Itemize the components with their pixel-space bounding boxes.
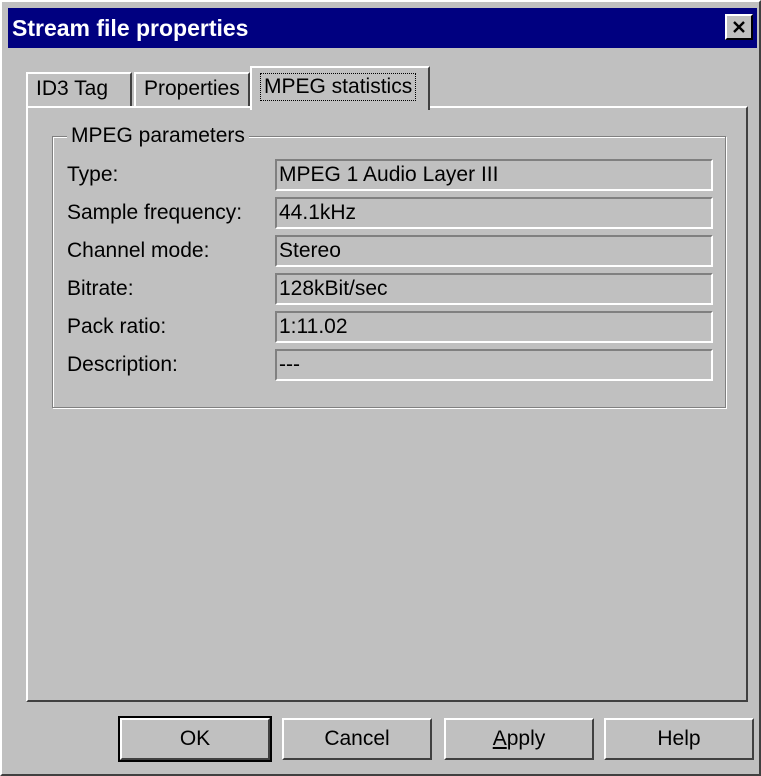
- title-bar[interactable]: Stream file properties: [8, 8, 757, 48]
- group-title: MPEG parameters: [67, 123, 249, 149]
- tab-mpeg-statistics[interactable]: MPEG statistics: [250, 66, 430, 110]
- apply-button-label: pply: [506, 727, 546, 750]
- bitrate-label: Bitrate:: [67, 277, 134, 300]
- window-title: Stream file properties: [12, 15, 249, 41]
- help-button[interactable]: Help: [604, 718, 754, 760]
- cancel-button[interactable]: Cancel: [282, 718, 432, 760]
- row-channel-mode: Channel mode: Stereo: [67, 235, 717, 267]
- mpeg-parameters-group: MPEG parameters Type: MPEG 1 Audio Layer…: [52, 123, 726, 408]
- ok-button-label: OK: [179, 727, 211, 750]
- row-sample-frequency: Sample frequency: 44.1kHz: [67, 197, 717, 229]
- properties-dialog: Stream file properties ID3 Tag Propertie…: [0, 0, 761, 776]
- close-icon: [733, 21, 745, 33]
- bitrate-field[interactable]: 128kBit/sec: [275, 273, 713, 305]
- type-label: Type:: [67, 163, 119, 186]
- row-type: Type: MPEG 1 Audio Layer III: [67, 159, 717, 191]
- help-button-label: Help: [657, 727, 701, 750]
- tab-id3-tag[interactable]: ID3 Tag: [26, 72, 132, 106]
- pack-ratio-label: Pack ratio:: [67, 315, 167, 338]
- channel-mode-label: Channel mode:: [67, 239, 210, 262]
- ok-button[interactable]: OK: [118, 716, 272, 762]
- cancel-button-label: Cancel: [324, 727, 390, 750]
- channel-mode-field[interactable]: Stereo: [275, 235, 713, 267]
- description-field[interactable]: ---: [275, 349, 713, 381]
- sample-frequency-label: Sample frequency:: [67, 201, 243, 224]
- apply-button-mnemonic: A: [492, 727, 507, 750]
- close-button[interactable]: [725, 14, 753, 40]
- sample-frequency-field[interactable]: 44.1kHz: [275, 197, 713, 229]
- type-field[interactable]: MPEG 1 Audio Layer III: [275, 159, 713, 191]
- tab-properties-label: Properties: [144, 77, 240, 100]
- tab-properties[interactable]: Properties: [134, 72, 250, 106]
- pack-ratio-field[interactable]: 1:11.02: [275, 311, 713, 343]
- row-bitrate: Bitrate: 128kBit/sec: [67, 273, 717, 305]
- row-pack-ratio: Pack ratio: 1:11.02: [67, 311, 717, 343]
- apply-button[interactable]: Apply: [444, 718, 594, 760]
- description-label: Description:: [67, 353, 178, 376]
- tab-mpeg-statistics-label: MPEG statistics: [260, 73, 417, 101]
- tab-strip: ID3 Tag Properties MPEG statistics: [26, 64, 746, 110]
- row-description: Description: ---: [67, 349, 717, 381]
- tab-id3-tag-label: ID3 Tag: [36, 77, 108, 100]
- tab-panel: MPEG parameters Type: MPEG 1 Audio Layer…: [26, 106, 748, 702]
